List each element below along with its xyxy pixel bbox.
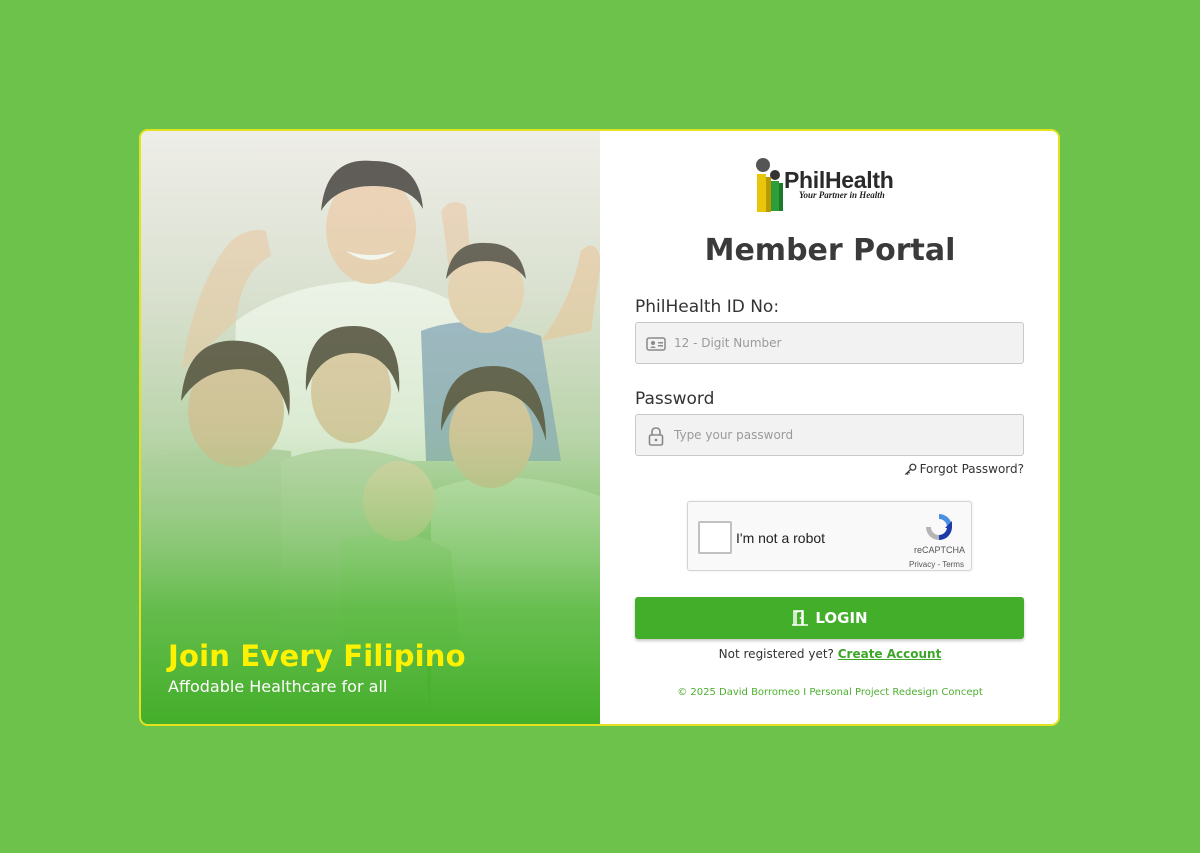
forgot-password-link[interactable]: Forgot Password? <box>904 462 1024 476</box>
hero-subtitle: Affodable Healthcare for all <box>168 677 388 696</box>
create-account-link[interactable]: Create Account <box>838 647 942 661</box>
door-icon <box>792 609 809 626</box>
footer-credit: © 2025 David Borromeo I Personal Project… <box>677 687 983 698</box>
recaptcha-label: I'm not a robot <box>736 530 826 546</box>
recaptcha-links[interactable]: Privacy - Terms <box>909 560 964 569</box>
login-button[interactable]: LOGIN <box>635 597 1024 639</box>
family-photo <box>141 131 600 724</box>
page-title: Member Portal <box>704 233 956 268</box>
philhealth-logo-icon <box>756 158 783 212</box>
id-card-icon <box>646 337 666 351</box>
login-card: Join Every Filipino Affodable Healthcare… <box>139 129 1060 726</box>
philhealth-id-input[interactable] <box>674 323 1014 363</box>
key-icon <box>904 463 916 475</box>
logo-tagline: Your Partner in Health <box>799 190 885 200</box>
hero-panel: Join Every Filipino Affodable Healthcare… <box>141 131 600 724</box>
recaptcha-brand: reCAPTCHA <box>914 545 966 555</box>
register-prompt-text: Not registered yet? <box>718 647 834 661</box>
recaptcha-widget: I'm not a robot reCAPTCHA Privacy - Term… <box>687 501 972 571</box>
password-input[interactable] <box>674 415 1014 455</box>
recaptcha-checkbox[interactable] <box>698 521 732 554</box>
login-button-label: LOGIN <box>815 609 868 627</box>
recaptcha-icon <box>926 514 952 540</box>
password-field-label: Password <box>635 389 715 409</box>
philhealth-logo: PhilHealth Your Partner in Health <box>754 157 904 215</box>
id-field-label: PhilHealth ID No: <box>635 297 780 317</box>
hero-title: Join Every Filipino <box>168 639 466 673</box>
lock-icon <box>648 427 664 446</box>
forgot-password-label: Forgot Password? <box>919 462 1024 476</box>
password-field-wrapper <box>635 414 1024 456</box>
login-form: PhilHealth Your Partner in Health Member… <box>600 131 1058 724</box>
id-field-wrapper <box>635 322 1024 364</box>
register-prompt: Not registered yet? Create Account <box>600 647 1058 661</box>
